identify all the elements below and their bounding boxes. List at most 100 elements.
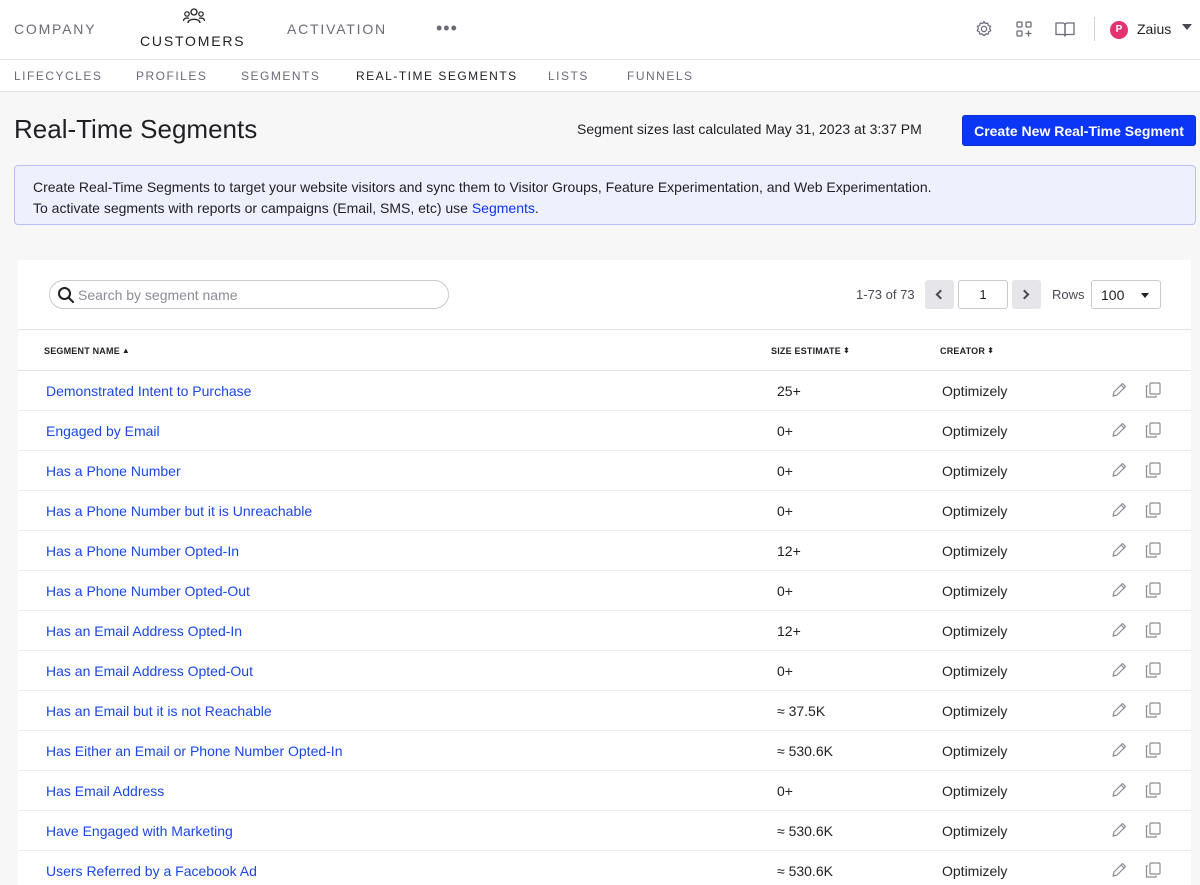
segment-name-link[interactable]: Has an Email Address Opted-In <box>46 623 242 639</box>
tab-real-time-segments[interactable]: REAL-TIME SEGMENTS <box>356 69 518 83</box>
copy-icon[interactable] <box>1144 501 1162 519</box>
next-page-button[interactable] <box>1012 280 1041 309</box>
segment-name-link[interactable]: Demonstrated Intent to Purchase <box>46 383 251 399</box>
segment-name-link[interactable]: Has an Email Address Opted-Out <box>46 663 253 679</box>
prev-page-button[interactable] <box>925 280 954 309</box>
column-header-size[interactable]: SIZE ESTIMATE ⬍ <box>771 346 850 356</box>
size-estimate: 0+ <box>777 663 793 679</box>
copy-icon[interactable] <box>1144 421 1162 439</box>
edit-pencil-icon[interactable] <box>1110 501 1128 519</box>
edit-pencil-icon[interactable] <box>1110 381 1128 399</box>
copy-icon[interactable] <box>1144 621 1162 639</box>
segment-name-link[interactable]: Has an Email but it is not Reachable <box>46 703 272 719</box>
search-box[interactable] <box>49 280 449 309</box>
edit-pencil-icon[interactable] <box>1110 421 1128 439</box>
creator: Optimizely <box>942 463 1008 479</box>
creator: Optimizely <box>942 743 1008 759</box>
copy-icon[interactable] <box>1144 461 1162 479</box>
copy-icon[interactable] <box>1144 701 1162 719</box>
segment-name-link[interactable]: Has a Phone Number but it is Unreachable <box>46 503 312 519</box>
table-header: SEGMENT NAME ▲ SIZE ESTIMATE ⬍ CREATOR ⬍ <box>18 329 1191 371</box>
creator: Optimizely <box>942 823 1008 839</box>
table-row: Have Engaged with Marketing ≈ 530.6K Optim… <box>18 811 1191 851</box>
edit-pencil-icon[interactable] <box>1110 461 1128 479</box>
size-estimate: 25+ <box>777 383 801 399</box>
rows-per-page-select[interactable]: 100 <box>1091 280 1161 309</box>
segment-name-link[interactable]: Engaged by Email <box>46 423 160 439</box>
edit-pencil-icon[interactable] <box>1110 661 1128 679</box>
edit-pencil-icon[interactable] <box>1110 781 1128 799</box>
calculation-timestamp: Segment sizes last calculated May 31, 20… <box>577 121 922 137</box>
info-banner: Create Real-Time Segments to target your… <box>14 165 1196 225</box>
tab-lifecycles[interactable]: LIFECYCLES <box>14 69 102 83</box>
copy-icon[interactable] <box>1144 541 1162 559</box>
column-label: SEGMENT NAME <box>44 346 120 356</box>
copy-icon[interactable] <box>1144 781 1162 799</box>
tab-lists[interactable]: LISTS <box>548 69 589 83</box>
copy-icon[interactable] <box>1144 741 1162 759</box>
customers-icon <box>183 8 205 24</box>
segments-link[interactable]: Segments <box>472 200 535 216</box>
edit-pencil-icon[interactable] <box>1110 861 1128 879</box>
column-header-name[interactable]: SEGMENT NAME ▲ <box>44 346 130 356</box>
segment-name-link[interactable]: Has a Phone Number Opted-In <box>46 543 239 559</box>
size-estimate: 0+ <box>777 783 793 799</box>
copy-icon[interactable] <box>1144 861 1162 879</box>
book-icon[interactable] <box>1054 19 1076 39</box>
pagination-range: 1-73 of 73 <box>856 287 915 302</box>
segment-name-link[interactable]: Have Engaged with Marketing <box>46 823 233 839</box>
user-name[interactable]: Zaius <box>1137 21 1171 37</box>
nav-customers[interactable]: CUSTOMERS <box>140 33 245 49</box>
edit-pencil-icon[interactable] <box>1110 701 1128 719</box>
table-row: Has a Phone Number but it is Unreachable… <box>18 491 1191 531</box>
table-row: Has Email Address 0+ Optimizely <box>18 771 1191 811</box>
size-estimate: 12+ <box>777 543 801 559</box>
creator: Optimizely <box>942 663 1008 679</box>
nav-company[interactable]: COMPANY <box>14 21 96 37</box>
table-row: Has a Phone Number 0+ Optimizely <box>18 451 1191 491</box>
caret-down-icon <box>1141 293 1149 298</box>
user-avatar[interactable]: P <box>1110 21 1128 39</box>
copy-icon[interactable] <box>1144 661 1162 679</box>
table-body: Demonstrated Intent to Purchase 25+ Optimi… <box>18 371 1191 885</box>
sort-asc-icon: ▲ <box>121 346 131 355</box>
search-input[interactable] <box>78 285 438 305</box>
tab-segments[interactable]: SEGMENTS <box>241 69 320 83</box>
chevron-right-icon <box>1019 289 1030 300</box>
creator: Optimizely <box>942 423 1008 439</box>
top-nav: COMPANY CUSTOMERS ACTIVATION ••• P Zaius <box>0 0 1200 60</box>
segments-table-card: 1-73 of 73 Rows 100 SEGMENT NAME▲ SIZE E… <box>18 260 1191 885</box>
column-header-creator[interactable]: CREATOR ⬍ <box>940 346 994 356</box>
more-menu-icon[interactable]: ••• <box>436 18 458 39</box>
creator: Optimizely <box>942 583 1008 599</box>
table-row: Has an Email but it is not Reachable ≈ 37… <box>18 691 1191 731</box>
copy-icon[interactable] <box>1144 821 1162 839</box>
edit-pencil-icon[interactable] <box>1110 741 1128 759</box>
segment-name-link[interactable]: Has Email Address <box>46 783 164 799</box>
app-grid-icon[interactable] <box>1014 19 1034 39</box>
size-estimate: 12+ <box>777 623 801 639</box>
segment-name-link[interactable]: Has a Phone Number Opted-Out <box>46 583 250 599</box>
segment-name-link[interactable]: Has a Phone Number <box>46 463 181 479</box>
table-row: Users Referred by a Facebook Ad ≈ 530.6K O… <box>18 851 1191 885</box>
create-segment-button[interactable]: Create New Real-Time Segment <box>962 115 1196 146</box>
tab-profiles[interactable]: PROFILES <box>136 69 207 83</box>
copy-icon[interactable] <box>1144 381 1162 399</box>
edit-pencil-icon[interactable] <box>1110 621 1128 639</box>
edit-pencil-icon[interactable] <box>1110 541 1128 559</box>
segment-name-link[interactable]: Users Referred by a Facebook Ad <box>46 863 257 879</box>
creator: Optimizely <box>942 703 1008 719</box>
size-estimate: ≈ 530.6K <box>777 823 833 839</box>
chevron-down-icon[interactable] <box>1182 24 1192 30</box>
nav-activation[interactable]: ACTIVATION <box>287 21 387 37</box>
page-number-input[interactable] <box>958 280 1008 309</box>
banner-line-2: To activate segments with reports or cam… <box>33 198 1177 219</box>
edit-pencil-icon[interactable] <box>1110 581 1128 599</box>
edit-pencil-icon[interactable] <box>1110 821 1128 839</box>
settings-gear-icon[interactable] <box>974 19 994 39</box>
segment-name-link[interactable]: Has Either an Email or Phone Number Opte… <box>46 743 342 759</box>
size-estimate: 0+ <box>777 463 793 479</box>
creator: Optimizely <box>942 783 1008 799</box>
tab-funnels[interactable]: FUNNELS <box>627 69 694 83</box>
copy-icon[interactable] <box>1144 581 1162 599</box>
